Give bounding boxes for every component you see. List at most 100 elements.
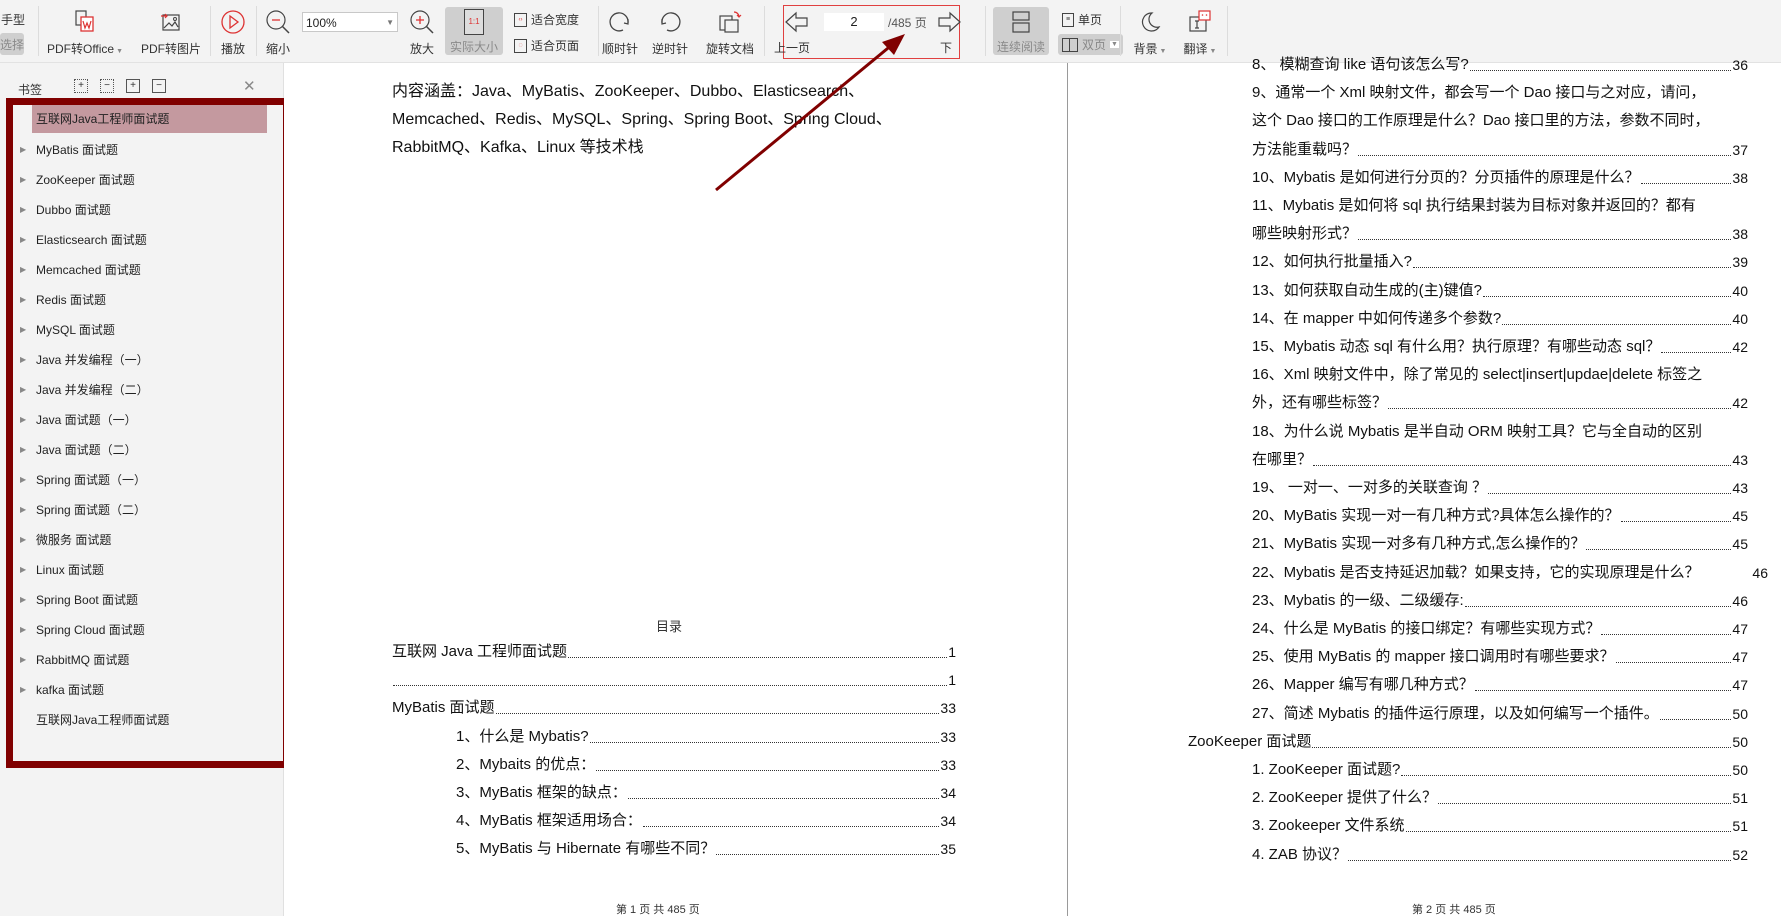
continuous-reading-button[interactable]: 连续阅读 <box>993 7 1049 55</box>
rotate-counterclockwise-button[interactable]: 逆时针 <box>650 6 690 57</box>
bookmark-item[interactable]: 互联网Java工程师面试题 <box>13 705 275 735</box>
bookmark-item[interactable]: ▶ Redis 面试题 <box>13 285 275 315</box>
toc-entry[interactable]: MyBatis 面试题 33 <box>392 694 956 722</box>
toc-entry[interactable]: 21、MyBatis 实现一对多有几种方式,怎么操作的？ 45 <box>1252 530 1748 558</box>
toc-entry[interactable]: 19、 一对一、一对多的关联查询 ？ 43 <box>1252 474 1748 502</box>
bookmark-item[interactable]: ▶ Elasticsearch 面试题 <box>13 225 275 255</box>
next-page-arrow-icon[interactable] <box>936 10 962 39</box>
toc-entry[interactable]: 16、Xml 映射文件中，除了常见的 select|insert|updae|d… <box>1252 361 1748 389</box>
expand-arrow-icon[interactable]: ▶ <box>20 405 26 435</box>
bookmark-item[interactable]: ▶ MySQL 面试题 <box>13 315 275 345</box>
toc-entry[interactable]: 4. ZAB 协议？ 52 <box>1252 841 1748 869</box>
expand-arrow-icon[interactable]: ▶ <box>20 435 26 465</box>
toc-entry[interactable]: 1、什么是 Mybatis? 33 <box>456 723 956 751</box>
prev-page-arrow-icon[interactable] <box>784 10 810 39</box>
background-button[interactable]: 背景 ▼ <box>1130 6 1170 57</box>
expand-arrow-icon[interactable]: ▶ <box>20 225 26 255</box>
toc-entry[interactable]: 外，还有哪些标签？ 42 <box>1252 389 1748 417</box>
double-page-dropdown-icon[interactable]: ▼ <box>1110 41 1119 48</box>
expand-all-icon[interactable]: + <box>74 79 88 93</box>
chevron-down-icon[interactable]: ▼ <box>386 13 394 33</box>
toc-entry[interactable]: 8、 模糊查询 like 语句该怎么写? 36 <box>1252 51 1748 79</box>
pdf-to-image-button[interactable]: PDF转图片 <box>138 6 204 57</box>
toc-entry[interactable]: 2. ZooKeeper 提供了什么？ 51 <box>1252 784 1748 812</box>
toc-entry[interactable]: 3、MyBatis 框架的缺点： 34 <box>456 779 956 807</box>
toc-entry[interactable]: 哪些映射形式？ 38 <box>1252 220 1748 248</box>
toc-entry[interactable]: 10、Mybatis 是如何进行分页的？分页插件的原理是什么？ 38 <box>1252 164 1748 192</box>
bookmark-item[interactable]: 互联网Java工程师面试题 <box>13 105 275 135</box>
toc-entry[interactable]: 27、简述 Mybatis 的插件运行原理，以及如何编写一个插件。 50 <box>1252 700 1748 728</box>
expand-arrow-icon[interactable]: ▶ <box>20 315 26 345</box>
bookmark-item[interactable]: ▶ Spring 面试题（二） <box>13 495 275 525</box>
toc-entry[interactable]: 22、Mybatis 是否支持延迟加载？如果支持，它的实现原理是什么？ 46 <box>1252 559 1768 587</box>
zoom-level-select[interactable]: 100% ▼ <box>302 12 398 32</box>
expand-arrow-icon[interactable]: ▶ <box>20 675 26 705</box>
bookmark-item[interactable]: ▶ Java 面试题（一） <box>13 405 275 435</box>
close-icon[interactable]: ✕ <box>243 77 256 95</box>
toc-entry[interactable]: 23、Mybatis 的一级、二级缓存: 46 <box>1252 587 1748 615</box>
bookmark-item[interactable]: ▶ Dubbo 面试题 <box>13 195 275 225</box>
page-number-input[interactable]: 2 <box>824 13 884 31</box>
toc-entry[interactable]: 3. Zookeeper 文件系统 51 <box>1252 812 1748 840</box>
select-tool-button[interactable]: 选择 <box>0 33 24 55</box>
toc-entry[interactable]: ZooKeeper 面试题 50 <box>1188 728 1748 756</box>
add-bookmark-icon[interactable]: + <box>126 79 140 93</box>
toc-entry[interactable]: 这个 Dao 接口的工作原理是什么？Dao 接口里的方法，参数不同时， <box>1252 107 1748 135</box>
fit-page-button[interactable]: ◌ 适合页面 <box>514 37 579 54</box>
toc-entry[interactable]: 25、使用 MyBatis 的 mapper 接口调用时有哪些要求？ 47 <box>1252 643 1748 671</box>
expand-arrow-icon[interactable]: ▶ <box>20 465 26 495</box>
toc-entry[interactable]: 26、Mapper 编写有哪几种方式？ 47 <box>1252 671 1748 699</box>
toc-entry[interactable]: 20、MyBatis 实现一对一有几种方式?具体怎么操作的？ 45 <box>1252 502 1748 530</box>
bookmark-item[interactable]: ▶ Java 面试题（二） <box>13 435 275 465</box>
expand-arrow-icon[interactable]: ▶ <box>20 165 26 195</box>
expand-arrow-icon[interactable]: ▶ <box>20 255 26 285</box>
collapse-all-icon[interactable]: − <box>100 79 114 93</box>
bookmark-item[interactable]: ▶ Memcached 面试题 <box>13 255 275 285</box>
expand-arrow-icon[interactable]: ▶ <box>20 525 26 555</box>
toc-entry[interactable]: 在哪里？ 43 <box>1252 446 1748 474</box>
fit-width-button[interactable]: ‹› 适合宽度 <box>514 11 579 28</box>
play-button[interactable]: 播放 <box>216 6 250 57</box>
toc-entry[interactable]: 方法能重载吗？ 37 <box>1252 136 1748 164</box>
toc-entry[interactable]: 1. ZooKeeper 面试题? 50 <box>1252 756 1748 784</box>
toc-entry[interactable]: 4、MyBatis 框架适用场合： 34 <box>456 807 956 835</box>
toc-entry[interactable]: 14、在 mapper 中如何传递多个参数? 40 <box>1252 305 1748 333</box>
bookmark-item[interactable]: ▶ ZooKeeper 面试题 <box>13 165 275 195</box>
bookmark-item[interactable]: ▶ RabbitMQ 面试题 <box>13 645 275 675</box>
hand-tool-button[interactable]: 手型 <box>0 8 26 28</box>
bookmark-item[interactable]: ▶ Java 并发编程（二） <box>13 375 275 405</box>
bookmark-item[interactable]: ▶ Linux 面试题 <box>13 555 275 585</box>
expand-arrow-icon[interactable]: ▶ <box>20 195 26 225</box>
expand-arrow-icon[interactable]: ▶ <box>20 285 26 315</box>
expand-arrow-icon[interactable]: ▶ <box>20 615 26 645</box>
actual-size-button[interactable]: 1:1 实际大小 <box>445 7 503 55</box>
bookmark-item[interactable]: ▶ kafka 面试题 <box>13 675 275 705</box>
toc-entry[interactable]: 互联网 Java 工程师面试题 1 <box>392 638 956 666</box>
expand-arrow-icon[interactable]: ▶ <box>20 375 26 405</box>
bookmark-item[interactable]: ▶ Spring Boot 面试题 <box>13 585 275 615</box>
bookmark-item[interactable]: ▶ Java 并发编程（一） <box>13 345 275 375</box>
bookmark-item[interactable]: ▶ 微服务 面试题 <box>13 525 275 555</box>
toc-entry[interactable]: 15、Mybatis 动态 sql 有什么用？执行原理？有哪些动态 sql？ 42 <box>1252 333 1748 361</box>
bookmark-item[interactable]: ▶ Spring Cloud 面试题 <box>13 615 275 645</box>
pdf-to-office-button[interactable]: PDF转Office ▼ <box>46 6 124 57</box>
toc-entry[interactable]: 2、Mybaits 的优点： 33 <box>456 751 956 779</box>
expand-arrow-icon[interactable]: ▶ <box>20 135 26 165</box>
double-page-button[interactable]: 双页 ▼ <box>1058 34 1123 55</box>
translate-button[interactable]: 翻译 ▼ <box>1180 6 1220 57</box>
single-page-button[interactable]: ≡ 单页 <box>1062 11 1102 28</box>
toc-entry[interactable]: 18、为什么说 Mybatis 是半自动 ORM 映射工具？它与全自动的区别 <box>1252 418 1748 446</box>
prev-page-button[interactable]: 上一页 <box>774 39 810 56</box>
toc-entry[interactable]: 24、什么是 MyBatis 的接口绑定？有哪些实现方式？ 47 <box>1252 615 1748 643</box>
bookmark-item[interactable]: ▶ Spring 面试题（一） <box>13 465 275 495</box>
expand-arrow-icon[interactable]: ▶ <box>20 555 26 585</box>
zoom-in-button[interactable]: 放大 <box>406 6 438 57</box>
toc-entry[interactable]: 1 <box>392 666 956 694</box>
remove-bookmark-icon[interactable]: − <box>152 79 166 93</box>
zoom-out-button[interactable]: 缩小 <box>262 6 294 57</box>
expand-arrow-icon[interactable]: ▶ <box>20 645 26 675</box>
expand-arrow-icon[interactable]: ▶ <box>20 345 26 375</box>
toc-entry[interactable]: 12、如何执行批量插入? 39 <box>1252 248 1748 276</box>
expand-arrow-icon[interactable]: ▶ <box>20 585 26 615</box>
expand-arrow-icon[interactable]: ▶ <box>20 495 26 525</box>
